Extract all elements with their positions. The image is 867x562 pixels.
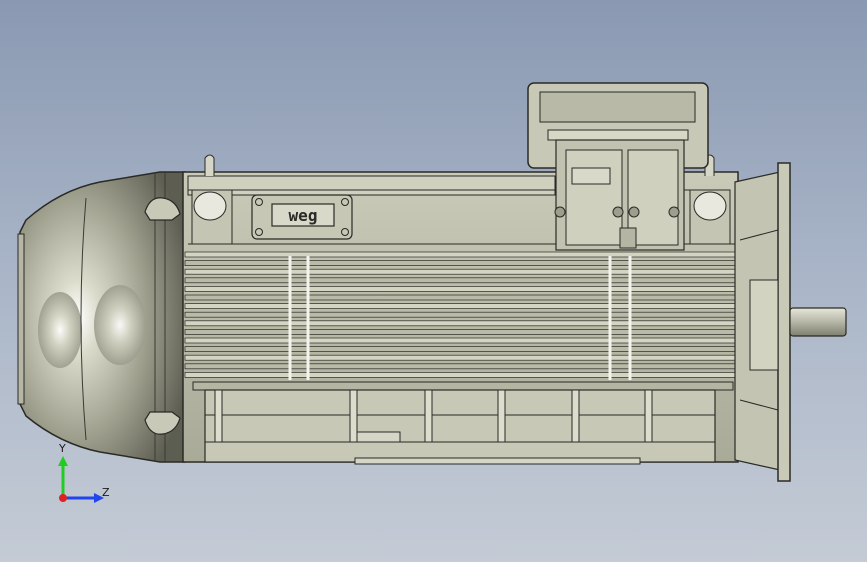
- y-axis-label: Y: [59, 442, 66, 455]
- cooling-fin: [184, 346, 736, 352]
- shaft: [789, 307, 847, 337]
- foot-rib: [424, 389, 433, 443]
- motor-model[interactable]: weg: [0, 0, 867, 562]
- cooling-fin: [184, 329, 736, 335]
- cooling-fin: [184, 303, 736, 309]
- foot-rib: [214, 389, 223, 443]
- cooling-fin: [184, 320, 736, 327]
- flange: [734, 162, 791, 482]
- cooling-fin: [184, 286, 736, 292]
- cooling-fin: [184, 268, 736, 275]
- foot-rib: [349, 389, 358, 443]
- z-axis-label: Z: [102, 486, 110, 499]
- cooling-fin: [184, 363, 736, 370]
- cooling-fin: [184, 372, 736, 378]
- x-axis-dot: [59, 494, 67, 502]
- y-axis-arrow: [58, 456, 68, 466]
- brand-logo-text: weg: [289, 206, 318, 225]
- cooling-fin: [184, 294, 736, 301]
- cooling-fin: [184, 311, 736, 318]
- foot-rib: [644, 389, 653, 443]
- cooling-fin: [184, 337, 736, 344]
- cooling-fin: [184, 354, 736, 361]
- cooling-fin: [184, 260, 736, 266]
- foot-rib: [497, 389, 506, 443]
- cooling-fin: [184, 277, 736, 284]
- foot-rib: [571, 389, 580, 443]
- cad-viewport[interactable]: weg Y Z: [0, 0, 867, 562]
- cooling-fin: [184, 251, 736, 258]
